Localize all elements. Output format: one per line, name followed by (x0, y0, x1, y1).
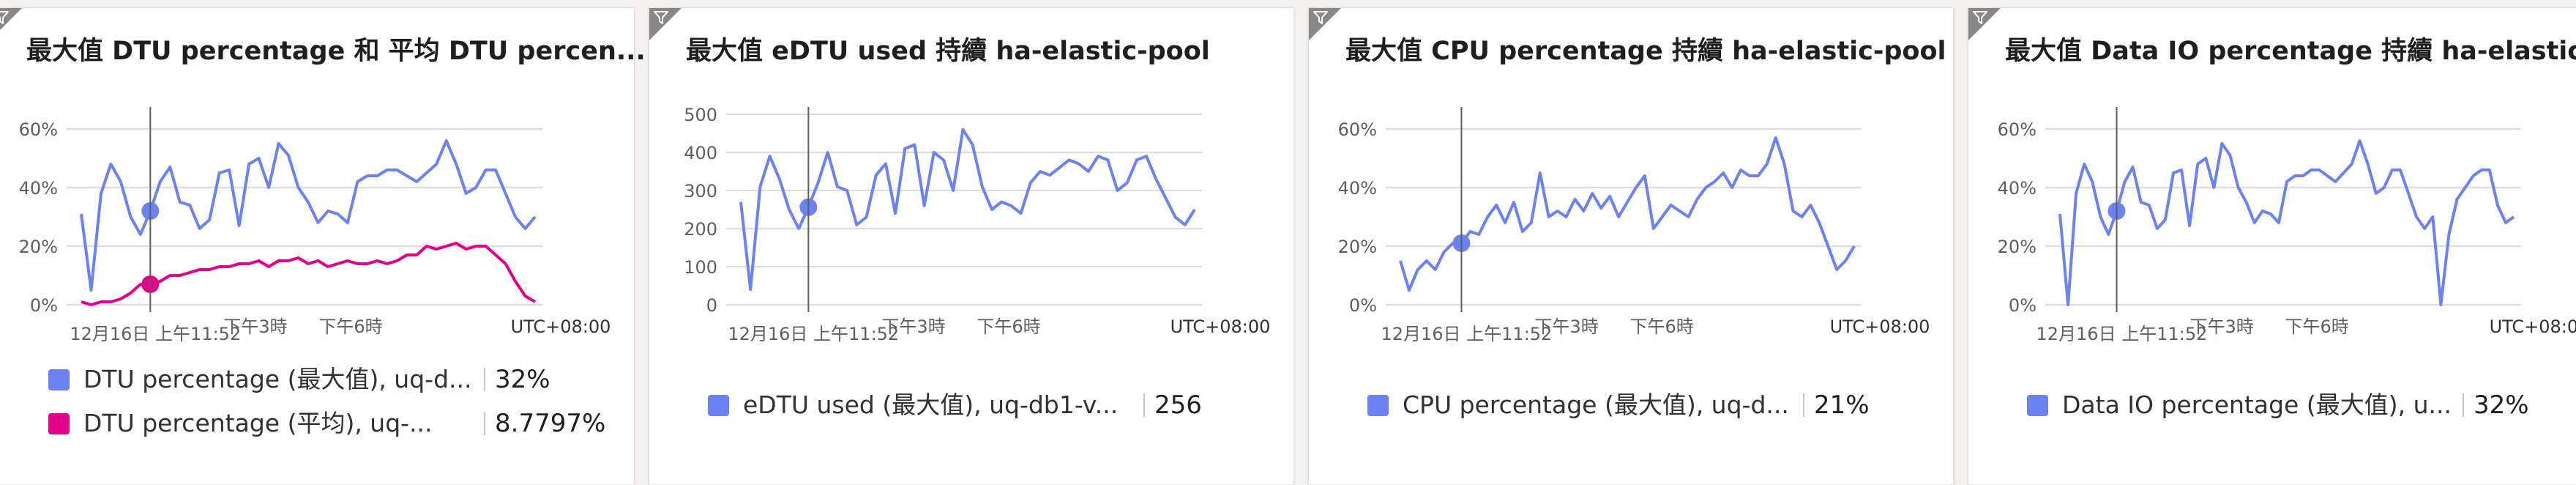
y-tick-label: 0% (30, 295, 58, 316)
x-tick-label: 12月16日 上午11:52 (1381, 324, 1552, 344)
legend-swatch (48, 369, 70, 390)
tile-title: 最大值 Data IO percentage 持續 ha-elastic-... (2005, 37, 2576, 66)
x-tick-label: 下午6時 (318, 316, 382, 337)
y-tick-label: 60% (19, 119, 58, 140)
x-tick-label: 下午3時 (881, 316, 945, 337)
line-chart[interactable]: 500 400 300 200 100 0 12月16日 上午11:52下午3時 下午6時 UT… (649, 85, 1293, 367)
y-tick-label: 100 (684, 257, 717, 278)
legend-label: Data IO percentage (最大值), u... (2062, 390, 2452, 419)
y-tick-label: 20% (1338, 237, 1377, 257)
legend-separator (1803, 393, 1804, 417)
y-tick-label: 400 (684, 143, 717, 163)
y-tick-label: 40% (1998, 178, 2036, 199)
x-tick-label: 12月16日 上午11:52 (728, 324, 899, 344)
filter-icon[interactable] (1313, 10, 1329, 25)
x-tick-label: 下午3時 (1534, 316, 1598, 337)
x-tick-label: 下午6時 (1629, 316, 1693, 337)
tile-title: 最大值 eDTU used 持續 ha-elastic-pool (686, 37, 1210, 66)
tile-title: 最大值 DTU percentage 和 平均 DTU percen... (26, 37, 646, 66)
legend-value: 8.7797% (495, 409, 606, 438)
tile-title: 最大值 CPU percentage 持續 ha-elastic-pool (1345, 37, 1946, 66)
legend-value: 256 (1154, 390, 1202, 420)
metric-tile-cpu[interactable]: 最大值 CPU percentage 持續 ha-elastic-pool 60%… (1308, 7, 1954, 485)
y-tick-label: 200 (684, 219, 717, 240)
filter-icon[interactable] (0, 10, 10, 25)
timezone-label: UTC+08:00 (1830, 316, 1930, 337)
series-line (2058, 139, 2515, 306)
legend-swatch (708, 395, 729, 416)
y-tick-label: 40% (1338, 178, 1377, 199)
timezone-label: UTC+08:00 (511, 316, 611, 337)
metric-tile-dtu[interactable]: 最大值 DTU percentage 和 平均 DTU percen... 60%… (0, 7, 646, 485)
y-tick-label: 0% (1349, 295, 1377, 316)
legend-item[interactable]: eDTU used (最大值), uq-db1-v... 256 (649, 389, 1293, 421)
y-tick-label: 20% (19, 237, 58, 257)
timezone-label: UTC+08:00 (2490, 316, 2576, 337)
x-tick-label: 下午3時 (223, 316, 287, 337)
x-tick-label: 12月16日 上午11:52 (2036, 324, 2208, 344)
series-line (81, 242, 537, 306)
x-tick-label: 下午6時 (2285, 316, 2349, 337)
legend-value: 32% (495, 365, 550, 394)
legend-separator (484, 412, 485, 435)
legend-item[interactable]: CPU percentage (最大值), uq-d... 21% (1309, 389, 1953, 421)
timezone-label: UTC+08:00 (1171, 316, 1271, 337)
y-tick-label: 300 (684, 181, 717, 201)
legend-item[interactable]: DTU percentage (平均), uq-... 8.7797% (0, 407, 634, 440)
legend-item[interactable]: Data IO percentage (最大值), u... 32% (1968, 389, 2576, 421)
legend-separator (1143, 393, 1145, 417)
legend-separator (2463, 393, 2464, 417)
legend-separator (484, 368, 485, 391)
legend-swatch (48, 413, 70, 434)
line-chart[interactable]: 60% 40% 20% 0%12月16日 上午11:52下午3時 下午6時 UTC+08:… (1968, 85, 2576, 367)
series-line (1399, 136, 1856, 292)
y-tick-label: 60% (1998, 119, 2036, 140)
filter-icon[interactable] (1972, 10, 1988, 25)
legend-value: 21% (1814, 390, 1870, 420)
legend-swatch (2027, 395, 2048, 416)
filter-icon[interactable] (653, 10, 669, 25)
y-tick-label: 20% (1998, 237, 2036, 257)
y-tick-label: 500 (684, 105, 717, 125)
metric-tile-dataio[interactable]: 最大值 Data IO percentage 持續 ha-elastic-...… (1968, 7, 2576, 485)
x-tick-label: 下午6時 (977, 316, 1040, 337)
legend-swatch (1367, 395, 1389, 416)
legend-label: eDTU used (最大值), uq-db1-v... (743, 390, 1119, 419)
legend-item[interactable]: DTU percentage (最大值), uq-d... 32% (0, 363, 634, 396)
y-tick-label: 0% (2009, 295, 2036, 316)
line-chart[interactable]: 60% 40% 20% 0%12月16日 上午11:52下午3時 下午6時 UTC+08:… (1309, 85, 1953, 367)
x-tick-label: 下午3時 (2190, 316, 2254, 337)
legend-value: 32% (2474, 390, 2529, 420)
legend-label: DTU percentage (平均), uq-... (83, 409, 433, 437)
x-tick-label: 12月16日 上午11:52 (70, 324, 241, 344)
line-chart[interactable]: 60% 40% 20% 0% 12月16日 上午11:52下午3時 下午6時 UTC+08:… (0, 85, 634, 367)
legend-label: CPU percentage (最大值), uq-d... (1403, 390, 1789, 419)
legend-label: DTU percentage (最大值), uq-d... (83, 365, 472, 393)
y-tick-label: 0 (706, 295, 717, 316)
metric-tile-edtu[interactable]: 最大值 eDTU used 持續 ha-elastic-pool 500 400 30… (649, 7, 1294, 485)
y-tick-label: 40% (19, 178, 58, 199)
y-tick-label: 60% (1338, 119, 1377, 140)
